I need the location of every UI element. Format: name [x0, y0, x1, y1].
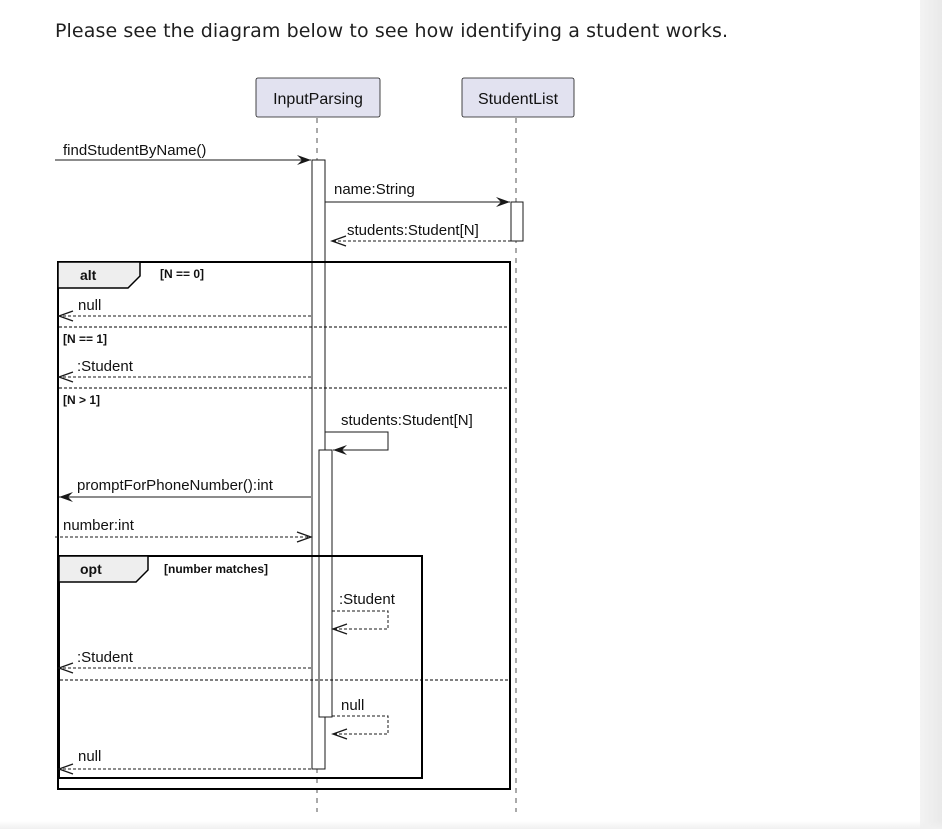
alt-guard-2: [N == 1]: [63, 332, 107, 346]
message-null-return-2-label: null: [78, 748, 101, 765]
message-self-student-label: :Student: [339, 591, 396, 608]
message-null-return-1: null: [57, 297, 311, 322]
activation-studentlist: [510, 201, 524, 242]
message-student-return-1: :Student: [57, 358, 311, 383]
participant-studentlist: StudentList: [461, 77, 575, 118]
participant-studentlist-label: StudentList: [478, 91, 559, 108]
message-students-return: students:Student[N]: [330, 222, 511, 247]
participant-inputparsing: InputParsing: [255, 77, 381, 118]
message-self-null-label: null: [341, 697, 364, 714]
message-self-students-label: students:Student[N]: [341, 412, 473, 429]
message-student-return-1-label: :Student: [77, 358, 134, 375]
message-prompt-phone: promptForPhoneNumber():int: [59, 477, 311, 502]
message-self-null: null: [331, 697, 389, 740]
message-student-return-2: :Student: [57, 649, 311, 674]
participant-inputparsing-label: InputParsing: [273, 91, 363, 108]
message-self-student: :Student: [331, 591, 396, 635]
message-find-student-label: findStudentByName(): [63, 142, 206, 159]
sequence-diagram: InputParsing StudentList alt [N == 0] [N…: [55, 77, 575, 812]
bottom-edge: [0, 821, 942, 829]
message-find-student: findStudentByName(): [55, 142, 311, 165]
opt-fragment: opt [number matches]: [58, 555, 509, 779]
activation-inputparsing-nested: [318, 449, 333, 718]
opt-keyword: opt: [80, 561, 102, 577]
message-student-return-2-label: :Student: [77, 649, 134, 666]
alt-guard-3: [N > 1]: [63, 393, 100, 407]
message-name-string-label: name:String: [334, 181, 415, 198]
message-self-students: students:Student[N]: [325, 412, 473, 455]
message-name-string: name:String: [325, 181, 510, 207]
message-students-return-label: students:Student[N]: [347, 222, 479, 239]
scrollbar-track[interactable]: [920, 0, 942, 829]
opt-guard: [number matches]: [164, 562, 268, 576]
message-number-int: number:int: [55, 517, 313, 543]
alt-keyword: alt: [80, 267, 97, 283]
message-prompt-phone-label: promptForPhoneNumber():int: [77, 477, 274, 494]
message-null-return-2: null: [57, 748, 311, 775]
alt-guard-1: [N == 0]: [160, 267, 204, 281]
message-number-int-label: number:int: [63, 517, 135, 534]
message-null-return-1-label: null: [78, 297, 101, 314]
